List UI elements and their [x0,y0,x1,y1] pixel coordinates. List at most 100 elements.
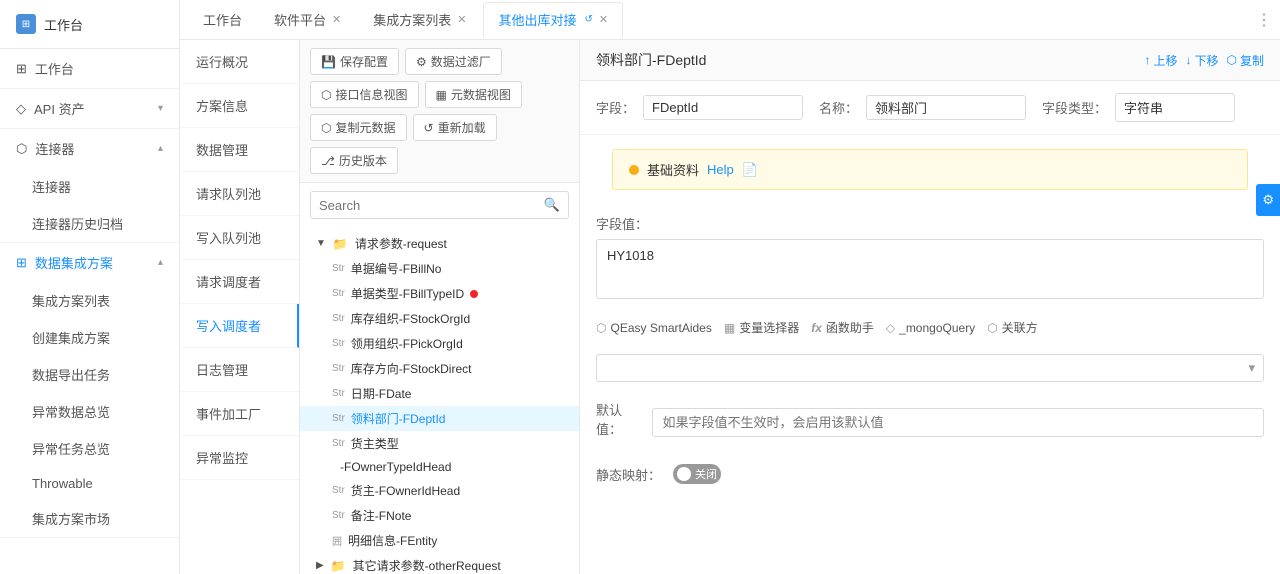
tab-list[interactable]: 集成方案列表 ✕ [358,2,481,38]
type-str-badge: Str [332,313,345,324]
tab-other-close-icon[interactable]: ✕ [599,13,608,26]
tree-item-billno[interactable]: Str 单据编号-FBillNo [300,256,579,281]
move-down-button[interactable]: ↓ 下移 [1185,52,1218,69]
field-value-content: HY1018 [607,248,654,263]
tree-item-otherreq[interactable]: ▶ 📁 其它请求参数-otherRequest [300,553,579,574]
history-icon: ⎇ [321,154,335,168]
sidebar-sub-connector[interactable]: 连接器 [0,168,179,205]
interface-view-button[interactable]: ⬡ 接口信息视图 [310,81,419,108]
copy-button[interactable]: ⬡ 复制 [1227,52,1265,69]
type-table-badge: 囲 [332,533,342,548]
sidebar-sub-throwable[interactable]: Throwable [0,467,179,500]
tree-item-ownertype2[interactable]: -FOwnerTypeIdHead [300,456,579,478]
history-button[interactable]: ⎇ 历史版本 [310,147,398,174]
tab-more-button[interactable]: ⋮ [1256,10,1272,30]
desc-help-link[interactable]: Help [707,162,734,177]
move-up-button[interactable]: ↑ 上移 [1144,52,1177,69]
default-input[interactable] [652,408,1264,437]
sidebar-sub-create-plan[interactable]: 创建集成方案 [0,319,179,356]
main-area: 工作台 软件平台 ✕ 集成方案列表 ✕ 其他出库对接 ↺ ✕ ⋮ 运行概况 方案… [180,0,1280,574]
func-helper-tool[interactable]: fx 函数助手 [811,319,874,336]
reload-label: 重新加载 [438,119,486,136]
mongo-tool[interactable]: ◇ _mongoQuery [886,321,975,335]
sidebar-item-workbench[interactable]: ⊞ 工作台 [0,49,179,88]
sidebar-sub-market[interactable]: 集成方案市场 [0,500,179,537]
relation-tool[interactable]: ⬡ 关联方 [987,319,1038,336]
static-toggle[interactable]: 关闭 [673,464,721,484]
tree-pickorg-label: 领用组织-FPickOrgId [351,335,463,352]
value-section: 字段值： HY1018 [580,204,1280,309]
search-input[interactable] [311,193,536,218]
nav-item-data-mgmt[interactable]: 数据管理 [180,128,299,172]
sidebar-item-api[interactable]: ◇ API 资产 ▾ [0,89,179,128]
sidebar-item-integration[interactable]: ⊞ 数据集成方案 ▴ [0,243,179,282]
data-filter-button[interactable]: ⚙ 数据过滤厂 [405,48,502,75]
right-panel-actions: ↑ 上移 ↓ 下移 ⬡ 复制 [1144,52,1264,69]
tree-item-dept[interactable]: Str 领料部门-FDeptId [300,406,579,431]
tree-item-note[interactable]: Str 备注-FNote [300,503,579,528]
nav-item-event-factory[interactable]: 事件加工厂 [180,392,299,436]
sidebar-sub-integration-list[interactable]: 集成方案列表 [0,282,179,319]
field-group-type: 字段类型： 字符串 [1042,93,1235,122]
field-input[interactable] [643,95,803,120]
tree-item-fentity[interactable]: 囲 明细信息-FEntity [300,528,579,553]
tab-workbench[interactable]: 工作台 [188,2,257,38]
tree-ownertype2-label: -FOwnerTypeIdHead [340,460,451,474]
var-picker-tool[interactable]: ▦ 变量选择器 [724,319,799,336]
right-panel: 领料部门-FDeptId ↑ 上移 ↓ 下移 ⬡ 复制 [580,40,1280,574]
toggle-text: 关闭 [695,466,717,482]
sidebar-sub-export-task[interactable]: 数据导出任务 [0,356,179,393]
tree-item-date[interactable]: Str 日期-FDate [300,381,579,406]
tree-item-pickorg[interactable]: Str 领用组织-FPickOrgId [300,331,579,356]
interface-view-label: 接口信息视图 [335,86,407,103]
tree-item-label: 请求参数-request [355,235,447,252]
field-label: 字段： [596,98,635,117]
tree-item-billtype[interactable]: Str 单据类型-FBillTypeID [300,281,579,306]
tab-list-close-icon[interactable]: ✕ [457,13,466,26]
tree-item-owner[interactable]: Str 货主-FOwnerIdHead [300,478,579,503]
nav-item-write-queue[interactable]: 写入队列池 [180,216,299,260]
save-config-label: 保存配置 [340,53,388,70]
copy-meta-button[interactable]: ⬡ 复制元数据 [310,114,407,141]
nav-item-req-scheduler[interactable]: 请求调度者 [180,260,299,304]
type-label: 字段类型： [1042,98,1107,117]
nav-item-req-queue[interactable]: 请求队列池 [180,172,299,216]
nav-item-overview[interactable]: 运行概况 [180,40,299,84]
nav-item-log-mgmt[interactable]: 日志管理 [180,348,299,392]
search-icon[interactable]: 🔍 [536,192,568,218]
select-container[interactable]: ▾ [596,354,1264,382]
tree-stockdir-label: 库存方向-FStockDirect [351,360,472,377]
logo-icon: ⊞ [16,14,36,34]
default-label: 默认值： [596,400,644,438]
save-config-button[interactable]: 💾 保存配置 [310,48,399,75]
tab-software-close-icon[interactable]: ✕ [332,13,341,26]
tree-item-req-params[interactable]: ▼ 📁 请求参数-request [300,231,579,256]
nav-item-write-scheduler[interactable]: 写入调度者 [180,304,299,348]
sidebar-sub-anomaly-task[interactable]: 异常任务总览 [0,430,179,467]
sidebar-integration-label: 数据集成方案 [35,253,113,272]
qeasy-tool[interactable]: ⬡ QEasy SmartAides [596,321,712,335]
tree-item-ownertype[interactable]: Str 货主类型 [300,431,579,456]
sidebar-sub-anomaly-data[interactable]: 异常数据总览 [0,393,179,430]
settings-button[interactable]: ⚙ [1256,184,1280,216]
tab-other-label: 其他出库对接 [498,10,576,29]
sidebar-sub-connector-history[interactable]: 连接器历史归档 [0,205,179,242]
sidebar-item-connector[interactable]: ⬡ 连接器 ▴ [0,129,179,168]
tree-item-stockorg[interactable]: Str 库存组织-FStockOrgId [300,306,579,331]
tree-item-stockdir[interactable]: Str 库存方向-FStockDirect [300,356,579,381]
sidebar: ⊞ 工作台 ⊞ 工作台 ◇ API 资产 ▾ ⬡ 连接器 ▴ 连接器 连接器历史… [0,0,180,574]
tab-software[interactable]: 软件平台 ✕ [259,2,356,38]
workbench-icon: ⊞ [16,61,27,77]
meta-view-button[interactable]: ▦ 元数据视图 [425,81,522,108]
reload-button[interactable]: ↺ 重新加载 [413,114,497,141]
tree-expand-icon: ▼ [316,238,326,249]
nav-item-plan-info[interactable]: 方案信息 [180,84,299,128]
name-input[interactable] [866,95,1026,120]
nav-item-anomaly-monitor[interactable]: 异常监控 [180,436,299,480]
tab-other[interactable]: 其他出库对接 ↺ ✕ [483,2,623,38]
sidebar-api-label: API 资产 [34,99,85,118]
connector-arrow-icon: ▴ [158,143,163,154]
func-helper-label: 函数助手 [826,319,874,336]
field-value-box[interactable]: HY1018 [596,239,1264,299]
relation-label: 关联方 [1002,319,1038,336]
